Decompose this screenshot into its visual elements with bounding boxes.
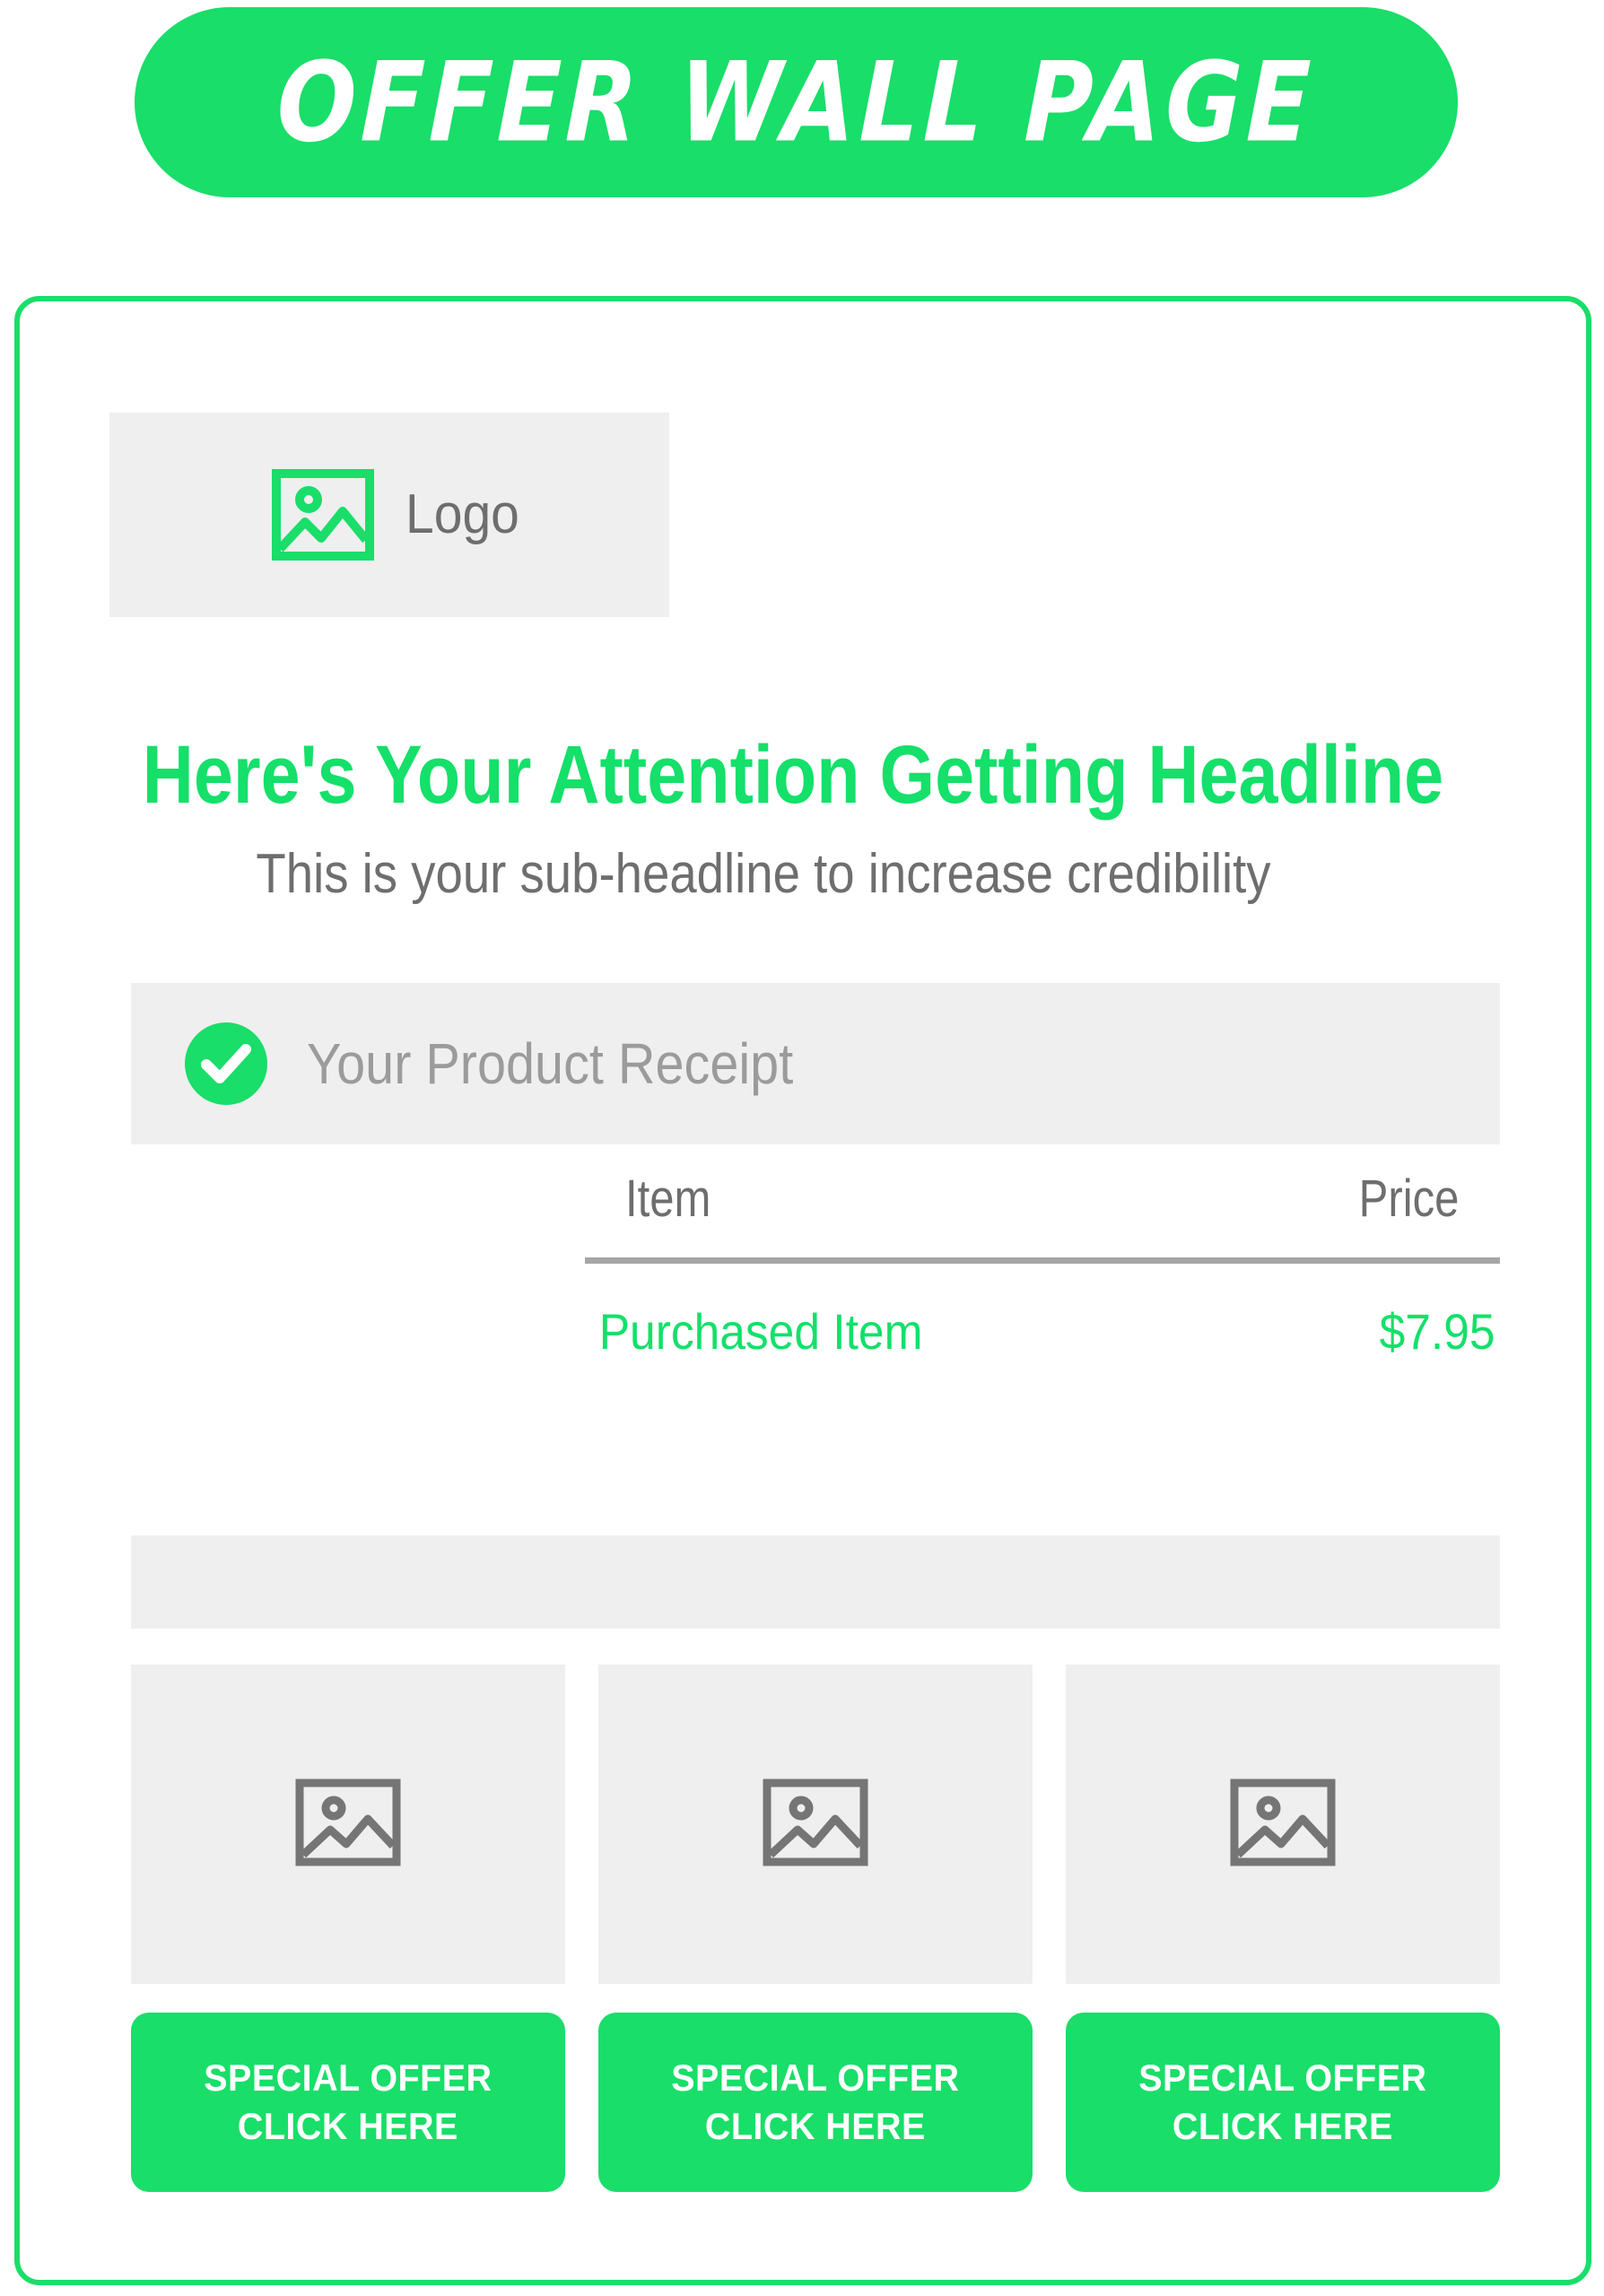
check-circle-icon — [183, 1021, 269, 1107]
column-header-item: Item — [624, 1170, 711, 1228]
special-offer-button-3[interactable]: SPECIAL OFFER CLICK HERE — [1066, 2013, 1500, 2192]
content-placeholder-strip — [131, 1535, 1500, 1629]
offer-button-line-1: SPECIAL OFFER — [1138, 2057, 1427, 2100]
image-placeholder-icon — [294, 1778, 402, 1872]
receipt-table: Item Price Purchased Item $7.95 — [585, 1173, 1500, 1357]
page-title: OFFER WALL PAGE — [275, 38, 1317, 167]
image-placeholder-icon — [271, 468, 375, 561]
offer-wall-page: OFFER WALL PAGE Logo Here's Your Attenti… — [0, 0, 1604, 2296]
table-divider — [585, 1257, 1500, 1264]
offer-image-placeholder-1[interactable] — [131, 1665, 565, 1984]
offer-card-2: SPECIAL OFFER CLICK HERE — [598, 1665, 1033, 2192]
page-subheadline: This is your sub-headline to increase cr… — [256, 843, 1271, 905]
image-placeholder-icon — [1229, 1778, 1337, 1872]
table-header-row: Item Price — [622, 1173, 1463, 1225]
logo-label: Logo — [405, 483, 519, 545]
offer-button-line-1: SPECIAL OFFER — [204, 2057, 493, 2100]
offer-card-1: SPECIAL OFFER CLICK HERE — [131, 1665, 565, 2192]
page-headline: Here's Your Attention Getting Headline — [142, 729, 1444, 821]
special-offer-button-2[interactable]: SPECIAL OFFER CLICK HERE — [598, 2013, 1033, 2192]
column-header-price: Price — [1358, 1170, 1460, 1228]
offer-button-line-2: CLICK HERE — [238, 2105, 458, 2147]
offer-image-placeholder-3[interactable] — [1066, 1665, 1500, 1984]
receipt-header: Your Product Receipt — [131, 983, 1500, 1144]
offer-button-line-2: CLICK HERE — [1172, 2105, 1393, 2147]
offer-image-placeholder-2[interactable] — [598, 1665, 1033, 1984]
offers-grid: SPECIAL OFFER CLICK HERE SPECIAL OFFER C… — [131, 1665, 1500, 2192]
cell-item-price: $7.95 — [1379, 1303, 1495, 1360]
offer-wall-card: Logo Here's Your Attention Getting Headl… — [14, 296, 1591, 2285]
special-offer-button-1[interactable]: SPECIAL OFFER CLICK HERE — [131, 2013, 565, 2192]
image-placeholder-icon — [762, 1778, 869, 1872]
cell-item-name: Purchased Item — [598, 1303, 923, 1360]
logo-placeholder[interactable]: Logo — [109, 413, 669, 617]
table-row: Purchased Item $7.95 — [585, 1307, 1500, 1357]
offer-button-line-2: CLICK HERE — [705, 2105, 926, 2147]
page-title-banner: OFFER WALL PAGE — [135, 7, 1458, 197]
receipt-title: Your Product Receipt — [307, 1031, 794, 1096]
offer-card-3: SPECIAL OFFER CLICK HERE — [1066, 1665, 1500, 2192]
offer-button-line-1: SPECIAL OFFER — [671, 2057, 960, 2100]
